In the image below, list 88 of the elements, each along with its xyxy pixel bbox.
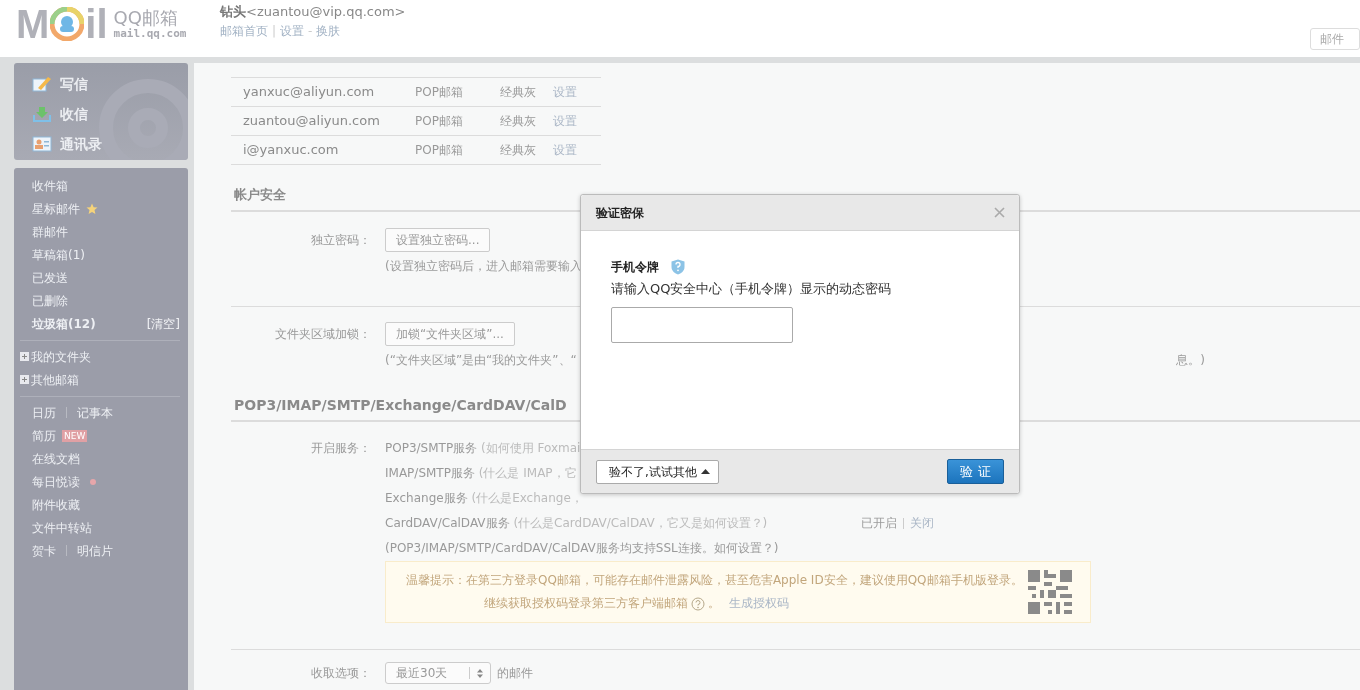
- search-input[interactable]: 邮件: [1320, 31, 1360, 47]
- nav-separator: -: [308, 23, 313, 39]
- app-link[interactable]: 每日悦读: [32, 473, 80, 490]
- help-icon[interactable]: [691, 596, 705, 611]
- app-link[interactable]: 简历: [32, 427, 56, 444]
- caret-icon: [700, 469, 710, 474]
- folder-link[interactable]: 已发送: [32, 269, 68, 286]
- folder-link[interactable]: 草稿箱(1): [32, 246, 85, 263]
- alternative-button[interactable]: 验不了,试试其他: [596, 459, 719, 484]
- service-hint: (什么是Exchange，: [471, 491, 583, 505]
- app-link[interactable]: 附件收藏: [32, 496, 80, 513]
- service-name: IMAP/SMTP服务: [385, 466, 475, 480]
- service-name: Exchange服务: [385, 491, 468, 505]
- settings-link[interactable]: 设置: [553, 114, 577, 128]
- sidebar-action[interactable]: 收信: [32, 99, 88, 129]
- field-label: 收取选项：: [310, 665, 371, 681]
- sidebar-action[interactable]: 通讯录: [32, 129, 102, 159]
- nav-link[interactable]: 换肤: [316, 23, 341, 39]
- generate-code-link[interactable]: 生成授权码: [729, 592, 789, 615]
- tip-text: 继续获取授权码登录第三方客户端邮箱: [484, 595, 688, 612]
- download-tray-icon: [32, 105, 52, 123]
- pencil-icon: [32, 75, 52, 93]
- nav-link[interactable]: 设置: [280, 23, 305, 39]
- field-label: 独立密码：: [310, 232, 371, 248]
- folder-link[interactable]: 已删除: [32, 292, 68, 309]
- settings-link[interactable]: 设置: [553, 85, 577, 99]
- expand-icon[interactable]: [20, 375, 29, 384]
- shield-help-icon[interactable]: [671, 259, 685, 275]
- logo-icon: [50, 7, 85, 41]
- field-suffix: 的邮件: [497, 665, 533, 682]
- logo-name: QQ邮箱: [113, 8, 179, 28]
- logo-letter: M: [16, 4, 50, 44]
- service-status: 已开启: [861, 515, 897, 532]
- service-name: POP3/SMTP服务: [385, 441, 478, 455]
- settings-button[interactable]: 设置独立密码...: [385, 228, 491, 252]
- table-cell: POP邮箱: [415, 135, 500, 165]
- dialog-description: 请输入QQ安全中心（手机令牌）显示的动态密码: [611, 281, 893, 297]
- table-cell: POP邮箱: [415, 106, 500, 136]
- app-link[interactable]: 文件中转站: [32, 519, 92, 536]
- app-link[interactable]: 明信片: [77, 542, 113, 559]
- table-cell: 经典灰: [500, 77, 553, 107]
- search-field[interactable]: 邮件: [1310, 28, 1360, 50]
- contact-card-icon: [32, 136, 52, 152]
- hint-text: 息。): [1176, 352, 1205, 368]
- new-badge: NEW: [62, 429, 88, 442]
- service-hint: (什么是 IMAP，它: [478, 466, 577, 480]
- table-cell: 经典灰: [500, 135, 553, 165]
- table-cell: POP邮箱: [415, 77, 500, 107]
- logo-letter: il: [85, 4, 108, 44]
- table-cell: zuantou@aliyun.com: [231, 106, 415, 136]
- field-label: 开启服务：: [310, 440, 371, 457]
- folder-link[interactable]: 星标邮件: [32, 200, 80, 217]
- logo-domain: mail.qq.com: [113, 28, 187, 40]
- spinner-icon: [477, 668, 483, 678]
- table-cell: 经典灰: [500, 106, 553, 136]
- sidebar-action[interactable]: 写信: [32, 69, 88, 99]
- close-icon[interactable]: [994, 207, 1005, 218]
- app-link[interactable]: 记事本: [77, 404, 113, 421]
- verify-button[interactable]: 验 证: [947, 459, 1004, 484]
- tip-text: 温馨提示：在第三方登录QQ邮箱，可能存在邮件泄露风险，甚至危害Apple ID安全，建议使用QQ邮箱手机版登录。: [406, 572, 1024, 589]
- hint-text: (POP3/IMAP/SMTP/CardDAV/CalDAV服务均支持SSL连接。如何设置？): [385, 540, 780, 557]
- user-email: <zuantou@vip.qq.com>: [246, 4, 406, 19]
- settings-link[interactable]: 设置: [553, 143, 577, 157]
- hint-text: (“文件夹区域”是由“我的文件夹”、“: [385, 352, 577, 368]
- code-input[interactable]: [611, 307, 793, 343]
- folder-link[interactable]: 垃圾箱(12): [32, 315, 96, 332]
- folder-link[interactable]: 群邮件: [32, 223, 68, 240]
- field-label: 手机令牌: [611, 259, 659, 275]
- tip-text: 。: [708, 595, 720, 612]
- expand-icon[interactable]: [20, 352, 29, 361]
- close-link[interactable]: 关闭: [910, 511, 934, 536]
- settings-button[interactable]: 加锁“文件夹区域”...: [385, 322, 515, 346]
- folder-group-link[interactable]: 其他邮箱: [31, 371, 79, 388]
- folder-group-link[interactable]: 我的文件夹: [31, 348, 91, 365]
- period-select[interactable]: 最近30天: [385, 662, 491, 684]
- table-cell: i@yanxuc.com: [231, 135, 415, 165]
- nav-link[interactable]: 邮箱首页: [220, 23, 268, 39]
- folder-link[interactable]: 收件箱: [32, 177, 68, 194]
- app-link[interactable]: 日历: [32, 404, 56, 421]
- nav-separator: |: [272, 23, 277, 39]
- app-link[interactable]: 在线文档: [32, 450, 80, 467]
- service-name: CardDAV/CalDAV服务: [385, 516, 510, 530]
- table-cell: yanxuc@aliyun.com: [231, 77, 415, 107]
- user-name: 钻头: [220, 4, 246, 19]
- clear-link[interactable]: [清空]: [146, 315, 180, 332]
- app-link[interactable]: 贺卡: [32, 542, 56, 559]
- qr-code-icon: [1028, 570, 1072, 614]
- field-label: 文件夹区域加锁：: [274, 326, 371, 342]
